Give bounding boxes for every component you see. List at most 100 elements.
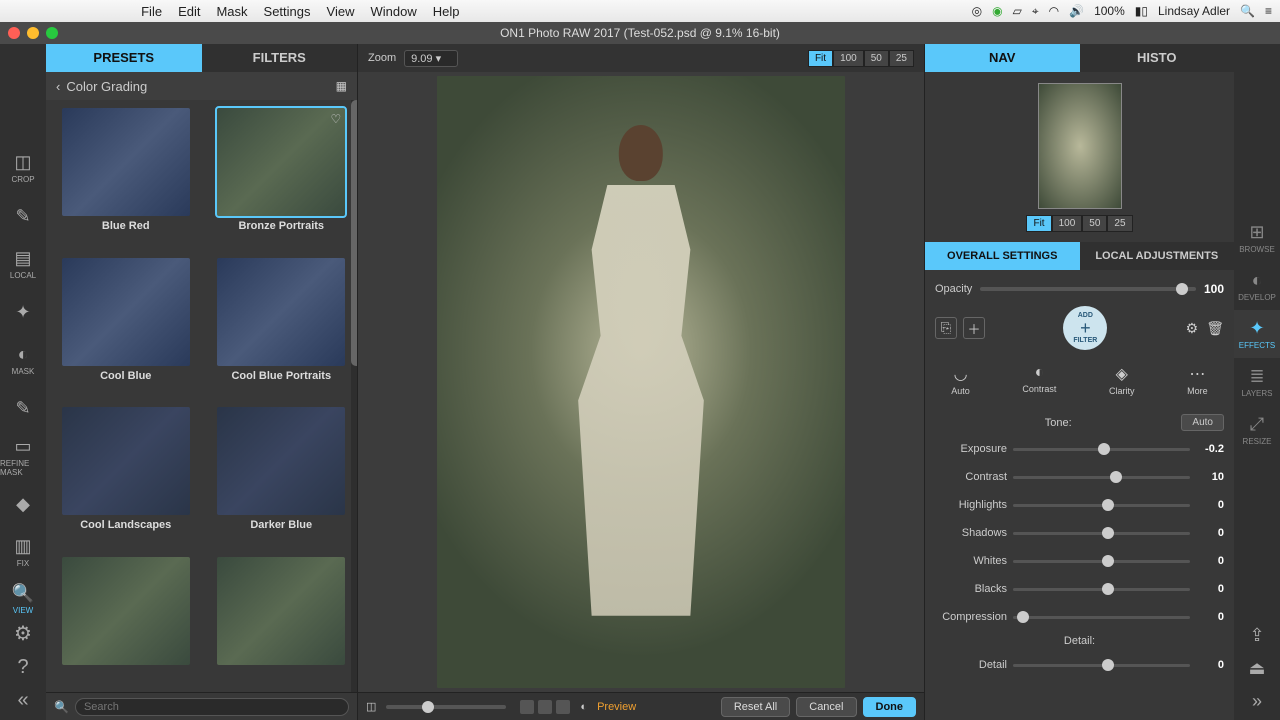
export-icon[interactable]: ⎘ (935, 317, 957, 339)
zoom-25-button[interactable]: 25 (889, 50, 914, 67)
module-develop[interactable]: ◐DEVELOP (1234, 262, 1280, 310)
tab-local-adjustments[interactable]: LOCAL ADJUSTMENTS (1080, 242, 1235, 270)
user-name[interactable]: Lindsay Adler (1158, 4, 1230, 18)
view-mode-icon[interactable] (556, 700, 570, 714)
zoom-select[interactable]: 9.09 ▾ (404, 50, 458, 67)
preset-item[interactable] (54, 557, 198, 693)
view-mode-icon[interactable] (538, 700, 552, 714)
grid-view-icon[interactable]: ▦ (336, 79, 347, 93)
breadcrumb[interactable]: ‹ Color Grading ▦ (46, 72, 357, 100)
view-tool[interactable]: 🔍 VIEW (0, 576, 46, 621)
opacity-slider[interactable] (980, 287, 1196, 291)
tool-edit[interactable]: ◆ (0, 480, 46, 528)
help-icon[interactable]: ? (17, 656, 28, 679)
done-button[interactable]: Done (863, 697, 917, 717)
main-photo[interactable] (437, 76, 845, 688)
filter-settings-icon[interactable]: ⚙ (1186, 320, 1199, 337)
tool-LOCAL[interactable]: ▤LOCAL (0, 240, 46, 288)
menu-icon[interactable]: ≡ (1265, 4, 1272, 18)
preset-item[interactable]: Cool Landscapes (54, 407, 198, 555)
collapse-right-icon[interactable]: » (1252, 691, 1262, 712)
zoom-100-button[interactable]: 100 (1052, 215, 1083, 232)
tool-FIX[interactable]: ▥FIX (0, 528, 46, 576)
add-icon[interactable]: ＋ (963, 317, 985, 339)
airplay-icon[interactable]: ▱ (1013, 4, 1022, 18)
menu-help[interactable]: Help (433, 4, 460, 19)
bluetooth-icon[interactable]: ⌖ (1032, 4, 1039, 19)
tool-REFINE MASK[interactable]: ▭REFINE MASK (0, 432, 46, 480)
navigator-thumbnail[interactable] (1038, 83, 1122, 209)
zoom-25-button[interactable]: 25 (1107, 215, 1132, 232)
quick-contrast[interactable]: ◐Contrast (1022, 364, 1056, 396)
settings-gear-icon[interactable]: ⚙ (14, 621, 32, 646)
tool-MASK[interactable]: ◐MASK (0, 336, 46, 384)
module-resize[interactable]: ⤢RESIZE (1234, 406, 1280, 454)
mask-view-icon[interactable]: ◐ (580, 701, 587, 713)
whites-slider[interactable] (1013, 560, 1190, 563)
quick-clarity[interactable]: ◈Clarity (1109, 364, 1135, 396)
tone-auto-button[interactable]: Auto (1181, 414, 1224, 431)
compare-icon[interactable]: ◫ (366, 700, 376, 713)
menu-window[interactable]: Window (370, 4, 416, 19)
preset-item[interactable] (210, 557, 354, 693)
tab-presets[interactable]: PRESETS (46, 44, 202, 72)
share-icon[interactable]: ⇪ (1249, 625, 1264, 646)
preset-item[interactable]: Cool Blue (54, 258, 198, 406)
tab-histo[interactable]: HISTO (1080, 44, 1235, 72)
menu-edit[interactable]: Edit (178, 4, 200, 19)
compression-slider[interactable] (1013, 616, 1190, 619)
preset-item[interactable]: Blue Red (54, 108, 198, 256)
tab-overall-settings[interactable]: OVERALL SETTINGS (925, 242, 1080, 270)
preset-item[interactable]: ♡Bronze Portraits (210, 108, 354, 256)
module-effects[interactable]: ✦EFFECTS (1234, 310, 1280, 358)
zoom-window-button[interactable] (46, 27, 58, 39)
volume-icon[interactable]: 🔊 (1069, 4, 1084, 18)
shadows-slider[interactable] (1013, 532, 1190, 535)
quick-auto[interactable]: ◡Auto (951, 364, 970, 396)
minimize-window-button[interactable] (27, 27, 39, 39)
zoom-100-button[interactable]: 100 (833, 50, 864, 67)
thumbnail-size-slider[interactable] (386, 705, 506, 709)
add-filter-button[interactable]: ADD+FILTER (1063, 306, 1107, 350)
exposure-slider[interactable] (1013, 448, 1190, 451)
module-browse[interactable]: ⊞BROWSE (1234, 214, 1280, 262)
preset-item[interactable]: Cool Blue Portraits (210, 258, 354, 406)
preview-toggle[interactable]: Preview (597, 701, 636, 713)
menu-file[interactable]: File (141, 4, 162, 19)
export-icon[interactable]: ⏏ (1248, 658, 1265, 679)
favorite-icon[interactable]: ♡ (330, 112, 341, 126)
status-icon[interactable]: ◉ (992, 4, 1002, 18)
tab-nav[interactable]: NAV (925, 44, 1080, 72)
cancel-button[interactable]: Cancel (796, 697, 856, 717)
spotlight-icon[interactable]: 🔍 (1240, 4, 1255, 18)
menu-view[interactable]: View (327, 4, 355, 19)
quick-more[interactable]: ⋯More (1187, 364, 1208, 396)
tool-CROP[interactable]: ◫CROP (0, 144, 46, 192)
tool-edit[interactable]: ✦ (0, 288, 46, 336)
status-icon[interactable]: ◎ (972, 4, 982, 18)
blacks-slider[interactable] (1013, 588, 1190, 591)
zoom-fit-button[interactable]: Fit (808, 50, 833, 67)
module-layers[interactable]: ≣LAYERS (1234, 358, 1280, 406)
menu-mask[interactable]: Mask (216, 4, 247, 19)
tool-edit[interactable]: ✎ (0, 384, 46, 432)
reset-all-button[interactable]: Reset All (721, 697, 790, 717)
zoom-50-button[interactable]: 50 (1082, 215, 1107, 232)
tab-filters[interactable]: FILTERS (202, 44, 358, 72)
wifi-icon[interactable]: ◠ (1049, 4, 1059, 18)
contrast-slider[interactable] (1013, 476, 1190, 479)
tool-edit[interactable]: ✎ (0, 192, 46, 240)
highlights-slider[interactable] (1013, 504, 1190, 507)
preset-item[interactable]: Darker Blue (210, 407, 354, 555)
delete-icon[interactable]: 🗑 (1206, 320, 1224, 337)
back-chevron-icon[interactable]: ‹ (56, 79, 60, 94)
menu-settings[interactable]: Settings (264, 4, 311, 19)
zoom-50-button[interactable]: 50 (864, 50, 889, 67)
scrollbar[interactable] (351, 100, 357, 692)
zoom-fit-button[interactable]: Fit (1026, 215, 1051, 232)
search-input[interactable] (75, 698, 349, 716)
collapse-left-icon[interactable]: « (17, 689, 28, 712)
close-window-button[interactable] (8, 27, 20, 39)
detail-slider[interactable] (1013, 664, 1190, 667)
view-mode-icon[interactable] (520, 700, 534, 714)
